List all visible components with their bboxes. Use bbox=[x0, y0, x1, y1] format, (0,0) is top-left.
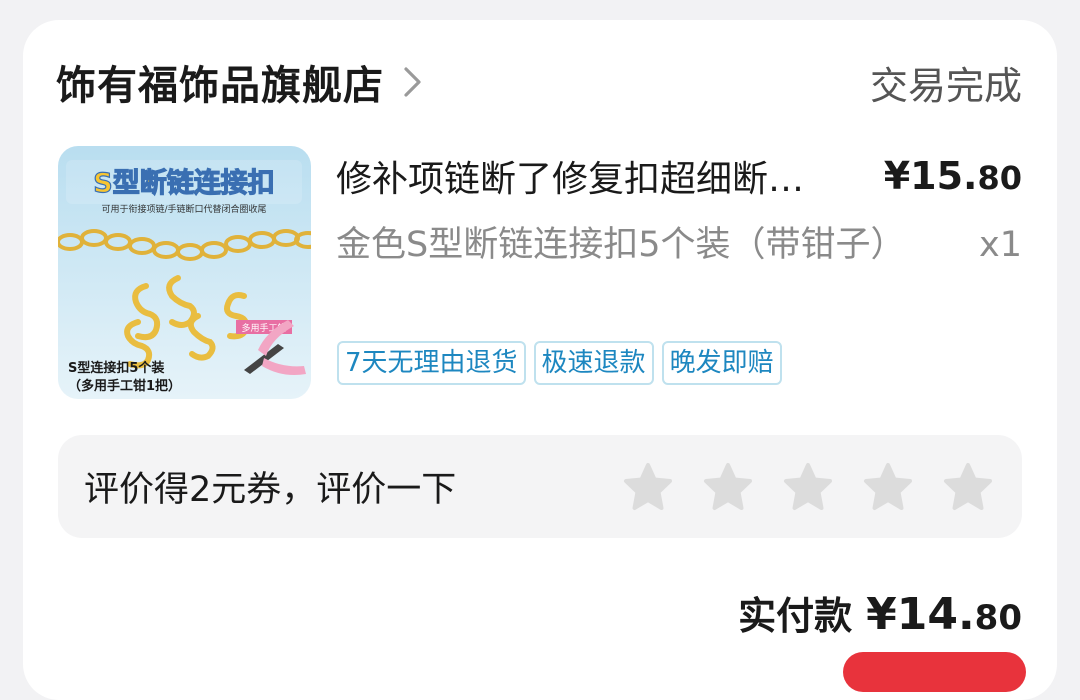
promo-badge bbox=[843, 652, 1026, 692]
item-price: ¥15.80 bbox=[884, 154, 1022, 198]
thumb-headline: S型断链连接扣 bbox=[93, 167, 274, 199]
thumb-subline: 可用于衔接项链/手链断口代替闭合圈收尾 bbox=[101, 203, 266, 215]
service-tags: 7天无理由退货 极速退款 晚发即赔 bbox=[337, 341, 782, 385]
chevron-right-icon[interactable] bbox=[402, 65, 424, 99]
payment-dec: 80 bbox=[974, 598, 1022, 638]
star-rating[interactable] bbox=[622, 461, 994, 513]
payment-label: 实付款 bbox=[738, 594, 853, 638]
payment-int: 14. bbox=[896, 589, 975, 640]
payment-symbol: ¥ bbox=[866, 589, 897, 640]
star-icon[interactable] bbox=[702, 461, 754, 513]
item-price-symbol: ¥ bbox=[883, 154, 911, 198]
item-quantity: x1 bbox=[979, 225, 1022, 265]
tag-late-ship-compensation: 晚发即赔 bbox=[661, 341, 782, 385]
star-icon[interactable] bbox=[942, 461, 994, 513]
payment-amount: ¥14.80 bbox=[866, 589, 1022, 640]
payment-total: 实付款 ¥14.80 bbox=[738, 585, 1022, 640]
thumb-caption-2: （多用手工钳1把） bbox=[68, 378, 181, 394]
product-image[interactable]: S型断链连接扣 可用于衔接项链/手链断口代替闭合圈收尾 多用手工钳 S型连接扣5… bbox=[58, 146, 311, 399]
star-icon[interactable] bbox=[622, 461, 674, 513]
star-icon[interactable] bbox=[782, 461, 834, 513]
shop-link[interactable]: 饰有福饰品旗舰店 bbox=[56, 53, 424, 111]
item-spec: 金色S型断链连接扣5个装（带钳子） bbox=[336, 225, 906, 265]
item-spec-row: 金色S型断链连接扣5个装（带钳子） x1 bbox=[336, 220, 1022, 270]
star-icon[interactable] bbox=[862, 461, 914, 513]
shop-name[interactable]: 饰有福饰品旗舰店 bbox=[56, 53, 384, 111]
item-price-int: 15. bbox=[910, 154, 978, 198]
thumb-caption-1: S型连接扣5个装 bbox=[68, 360, 164, 376]
item-title-row: 修补项链断了修复扣超细断… ¥15.80 bbox=[336, 150, 1022, 202]
tag-fast-refund: 极速退款 bbox=[533, 341, 654, 385]
order-status: 交易完成 bbox=[869, 63, 1022, 108]
tag-7day-return: 7天无理由退货 bbox=[337, 341, 526, 385]
review-prompt-text: 评价得2元券，评价一下 bbox=[84, 470, 457, 510]
review-prompt[interactable]: 评价得2元券，评价一下 bbox=[58, 435, 1022, 538]
shop-header: 饰有福饰品旗舰店 交易完成 bbox=[56, 52, 1022, 112]
item-title[interactable]: 修补项链断了修复扣超细断… bbox=[336, 150, 804, 202]
item-price-dec: 80 bbox=[977, 159, 1022, 197]
product-image-graphic: S型断链连接扣 可用于衔接项链/手链断口代替闭合圈收尾 多用手工钳 S型连接扣5… bbox=[58, 146, 311, 399]
